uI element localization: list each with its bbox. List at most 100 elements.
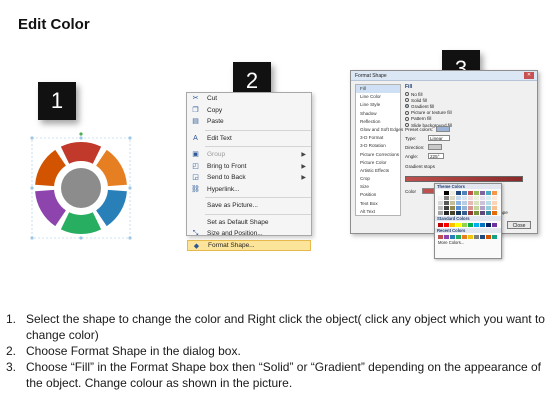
category-line-style[interactable]: Line Style — [356, 101, 400, 109]
color-swatch[interactable] — [456, 210, 461, 215]
category-shadow[interactable]: Shadow — [356, 110, 400, 118]
ring-segment[interactable] — [96, 189, 127, 227]
color-swatch[interactable] — [456, 190, 461, 195]
color-swatch[interactable] — [444, 222, 449, 227]
menu-item-paste[interactable]: ▤ Paste — [187, 116, 311, 128]
color-swatch[interactable] — [492, 195, 497, 200]
ring-diagram[interactable] — [26, 130, 138, 246]
direction-dropdown[interactable] — [428, 144, 442, 150]
color-swatch[interactable] — [492, 222, 497, 227]
color-swatch[interactable] — [480, 190, 485, 195]
color-swatch[interactable] — [492, 205, 497, 210]
color-swatch[interactable] — [468, 200, 473, 205]
ring-segment[interactable] — [35, 189, 66, 227]
menu-item-group[interactable]: ▣ Group ▶ — [187, 149, 311, 161]
category-picture-color[interactable]: Picture Color — [356, 159, 400, 167]
color-swatch[interactable] — [486, 205, 491, 210]
close-button[interactable]: Close — [507, 221, 531, 229]
preset-dropdown[interactable] — [436, 126, 451, 132]
color-swatch[interactable] — [486, 234, 491, 239]
category-size[interactable]: Size — [356, 183, 400, 191]
menu-item-format-shape[interactable]: ◆ Format Shape... — [187, 239, 311, 251]
color-swatch[interactable] — [468, 195, 473, 200]
menu-item-hyperlink[interactable]: ⛓ Hyperlink... — [187, 184, 311, 196]
color-swatch[interactable] — [456, 200, 461, 205]
color-swatch[interactable] — [450, 234, 455, 239]
color-swatch[interactable] — [474, 195, 479, 200]
color-swatch[interactable] — [462, 195, 467, 200]
color-swatch[interactable] — [474, 190, 479, 195]
close-icon[interactable]: ✕ — [524, 72, 534, 79]
selection-handle[interactable] — [128, 186, 132, 190]
color-swatch[interactable] — [480, 210, 485, 215]
selection-handle[interactable] — [128, 236, 132, 240]
color-swatch[interactable] — [438, 222, 443, 227]
type-dropdown[interactable]: Linear — [428, 135, 450, 141]
category-3d-format[interactable]: 3-D Format — [356, 134, 400, 142]
color-swatch[interactable] — [456, 205, 461, 210]
category-reflection[interactable]: Reflection — [356, 118, 400, 126]
color-swatch[interactable] — [450, 195, 455, 200]
color-swatch[interactable] — [468, 234, 473, 239]
color-swatch[interactable] — [462, 190, 467, 195]
color-swatch[interactable] — [438, 190, 443, 195]
category-picture-corrections[interactable]: Picture Corrections — [356, 151, 400, 159]
selection-handle[interactable] — [128, 136, 132, 140]
category-position[interactable]: Position — [356, 191, 400, 199]
color-swatch[interactable] — [450, 190, 455, 195]
color-swatch[interactable] — [456, 195, 461, 200]
ring-segment[interactable] — [60, 142, 102, 164]
color-swatch[interactable] — [486, 210, 491, 215]
color-swatch[interactable] — [468, 222, 473, 227]
color-swatch[interactable] — [468, 190, 473, 195]
color-swatch[interactable] — [462, 222, 467, 227]
color-swatch[interactable] — [456, 222, 461, 227]
color-swatch[interactable] — [462, 205, 467, 210]
color-swatch[interactable] — [438, 195, 443, 200]
ring-segment[interactable] — [35, 149, 66, 187]
color-swatch[interactable] — [474, 234, 479, 239]
category-text-box[interactable]: Text Box — [356, 200, 400, 208]
color-swatch[interactable] — [492, 190, 497, 195]
color-swatch[interactable] — [474, 222, 479, 227]
color-swatch[interactable] — [456, 234, 461, 239]
color-swatch[interactable] — [492, 234, 497, 239]
category-fill[interactable]: Fill — [356, 85, 400, 94]
color-swatch[interactable] — [444, 200, 449, 205]
color-swatch[interactable] — [486, 195, 491, 200]
menu-item-copy[interactable]: ❐ Copy — [187, 105, 311, 117]
menu-item-size-position[interactable]: ⤡ Size and Position... — [187, 228, 311, 240]
menu-item-bring-to-front[interactable]: ◰ Bring to Front ▶ — [187, 161, 311, 173]
color-swatch[interactable] — [450, 200, 455, 205]
menu-item-send-to-back[interactable]: ◲ Send to Back ▶ — [187, 172, 311, 184]
color-swatch[interactable] — [468, 205, 473, 210]
menu-item-edit-text[interactable]: A Edit Text — [187, 133, 311, 145]
color-swatch[interactable] — [480, 234, 485, 239]
color-swatch[interactable] — [486, 222, 491, 227]
color-swatch[interactable] — [444, 234, 449, 239]
color-dropdown[interactable] — [422, 188, 434, 194]
selection-handle[interactable] — [30, 236, 34, 240]
ring-segment[interactable] — [60, 212, 102, 234]
category-crop[interactable]: Crop — [356, 175, 400, 183]
color-swatch[interactable] — [480, 205, 485, 210]
color-swatch[interactable] — [444, 210, 449, 215]
color-swatch[interactable] — [462, 210, 467, 215]
color-swatch[interactable] — [462, 200, 467, 205]
color-swatch[interactable] — [474, 205, 479, 210]
color-swatch[interactable] — [450, 210, 455, 215]
category-3d-rotation[interactable]: 3-D Rotation — [356, 142, 400, 150]
category-glow[interactable]: Glow and Soft Edges — [356, 126, 403, 134]
color-swatch[interactable] — [444, 190, 449, 195]
color-swatch[interactable] — [462, 234, 467, 239]
color-swatch[interactable] — [438, 234, 443, 239]
menu-item-cut[interactable]: ✂ Cut — [187, 93, 311, 105]
color-swatch[interactable] — [438, 210, 443, 215]
color-swatch[interactable] — [444, 205, 449, 210]
menu-item-set-default-shape[interactable]: Set as Default Shape — [187, 217, 311, 229]
category-artistic-effects[interactable]: Artistic Effects — [356, 167, 400, 175]
category-alt-text[interactable]: Alt Text — [356, 208, 400, 216]
category-line-color[interactable]: Line Color — [356, 93, 400, 101]
color-swatch[interactable] — [486, 190, 491, 195]
color-swatch[interactable] — [492, 200, 497, 205]
